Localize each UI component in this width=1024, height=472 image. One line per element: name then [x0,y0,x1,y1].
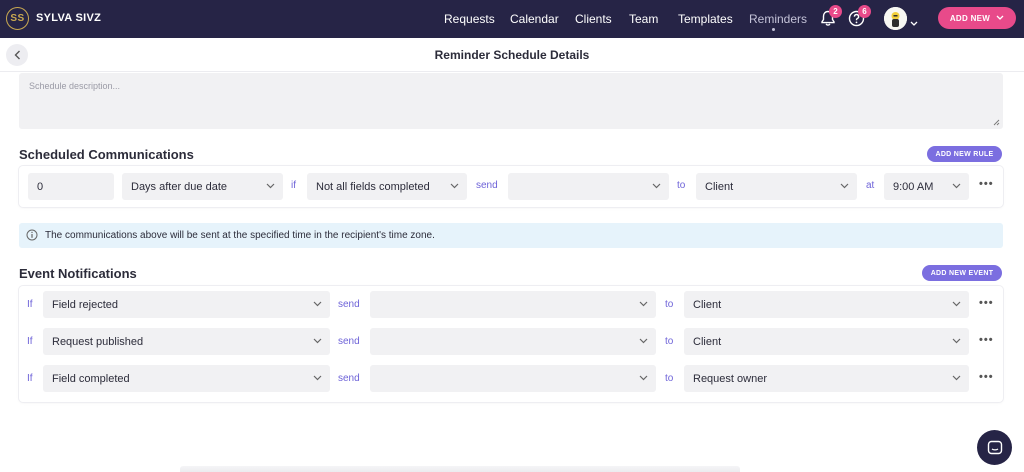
info-icon [26,229,38,241]
event-trigger-value: Field completed [52,372,130,385]
time-select[interactable]: 9:00 AM [884,173,969,200]
to-label: to [665,336,674,347]
description-placeholder: Schedule description... [29,81,121,91]
avatar-chevron-down-icon[interactable] [910,14,918,32]
add-new-rule-button[interactable]: ADD NEW RULE [927,146,1002,162]
chevron-down-icon [639,338,648,344]
event-recipient-value: Request owner [693,372,767,385]
chevron-down-icon [840,183,849,189]
event-trigger-value: Field rejected [52,298,119,311]
if-label: If [27,336,33,347]
timezone-info-banner: The communications above will be sent at… [19,223,1003,248]
chevron-down-icon [266,183,275,189]
event-recipient-value: Client [693,335,722,348]
schedule-description-field[interactable]: Schedule description... [19,73,1003,129]
notifications-badge: 2 [829,5,842,18]
nav-reminders[interactable]: Reminders [749,12,807,26]
chevron-down-icon [313,301,322,307]
chevron-down-icon [450,183,459,189]
event-trigger-select[interactable]: Field completed [43,365,330,392]
row-more-options-icon[interactable]: ••• [979,334,994,346]
scheduled-communications-title: Scheduled Communications [19,147,194,162]
send-label: send [476,180,498,191]
page-title: Reminder Schedule Details [434,48,590,62]
event-trigger-select[interactable]: Field rejected [43,291,330,318]
condition-select[interactable]: Not all fields completed [307,173,467,200]
send-label: send [338,299,360,310]
chevron-down-icon [952,338,961,344]
chevron-down-icon [313,375,322,381]
to-label: to [665,299,674,310]
nav-clients[interactable]: Clients [575,12,612,26]
recipient-value: Client [705,180,734,193]
at-label: at [866,180,875,191]
event-template-select[interactable] [370,365,656,392]
send-label: send [338,336,360,347]
nav-calendar[interactable]: Calendar [510,12,559,26]
condition-value: Not all fields completed [316,180,430,193]
event-trigger-value: Request published [52,335,144,348]
chat-icon [987,440,1002,454]
if-label: if [291,180,296,191]
event-recipient-value: Client [693,298,722,311]
event-trigger-select[interactable]: Request published [43,328,330,355]
if-label: If [27,299,33,310]
resize-handle-icon[interactable] [993,119,1000,126]
event-recipient-select[interactable]: Client [684,291,969,318]
chevron-down-icon [952,375,961,381]
event-notifications-title: Event Notifications [19,266,137,281]
nav-templates[interactable]: Templates [678,12,733,26]
timing-value: Days after due date [131,180,228,193]
brand-name[interactable]: SYLVA SIVZ [36,12,101,24]
user-avatar[interactable] [884,7,907,30]
brand-logo[interactable]: SS [6,7,29,30]
chevron-down-icon [639,301,648,307]
top-nav: SS SYLVA SIVZ Requests Calendar Clients … [0,0,1024,38]
add-new-button[interactable]: ADD NEW [938,7,1016,29]
page-header: Reminder Schedule Details [0,38,1024,72]
bottom-panel-edge [180,466,740,472]
timing-select[interactable]: Days after due date [122,173,283,200]
info-text: The communications above will be sent at… [45,230,435,241]
brand-initials: SS [10,13,25,24]
offset-days-input[interactable]: 0 [28,173,114,200]
template-select[interactable] [508,173,669,200]
active-indicator [772,28,775,31]
event-recipient-select[interactable]: Client [684,328,969,355]
help-badge: 6 [858,5,871,18]
chevron-down-icon [952,301,961,307]
nav-requests[interactable]: Requests [444,12,495,26]
event-rules-card: If Field rejected send to Client ••• If … [19,286,1003,402]
chevron-down-icon [652,183,661,189]
chevron-down-icon [313,338,322,344]
time-value: 9:00 AM [893,180,934,193]
schedule-rule-row: 0 Days after due date if Not all fields … [19,166,1003,207]
add-new-label: ADD NEW [949,13,991,23]
event-template-select[interactable] [370,328,656,355]
chevron-down-icon [639,375,648,381]
row-more-options-icon[interactable]: ••• [979,371,994,383]
chevron-down-icon [996,15,1004,20]
event-template-select[interactable] [370,291,656,318]
chat-support-button[interactable] [977,430,1012,465]
row-more-options-icon[interactable]: ••• [979,178,994,190]
add-new-event-button[interactable]: ADD NEW EVENT [922,265,1002,281]
event-recipient-select[interactable]: Request owner [684,365,969,392]
send-label: send [338,373,360,384]
if-label: If [27,373,33,384]
nav-team[interactable]: Team [629,12,658,26]
to-label: to [677,180,686,191]
chevron-down-icon [952,183,961,189]
to-label: to [665,373,674,384]
recipient-select[interactable]: Client [696,173,857,200]
row-more-options-icon[interactable]: ••• [979,297,994,309]
